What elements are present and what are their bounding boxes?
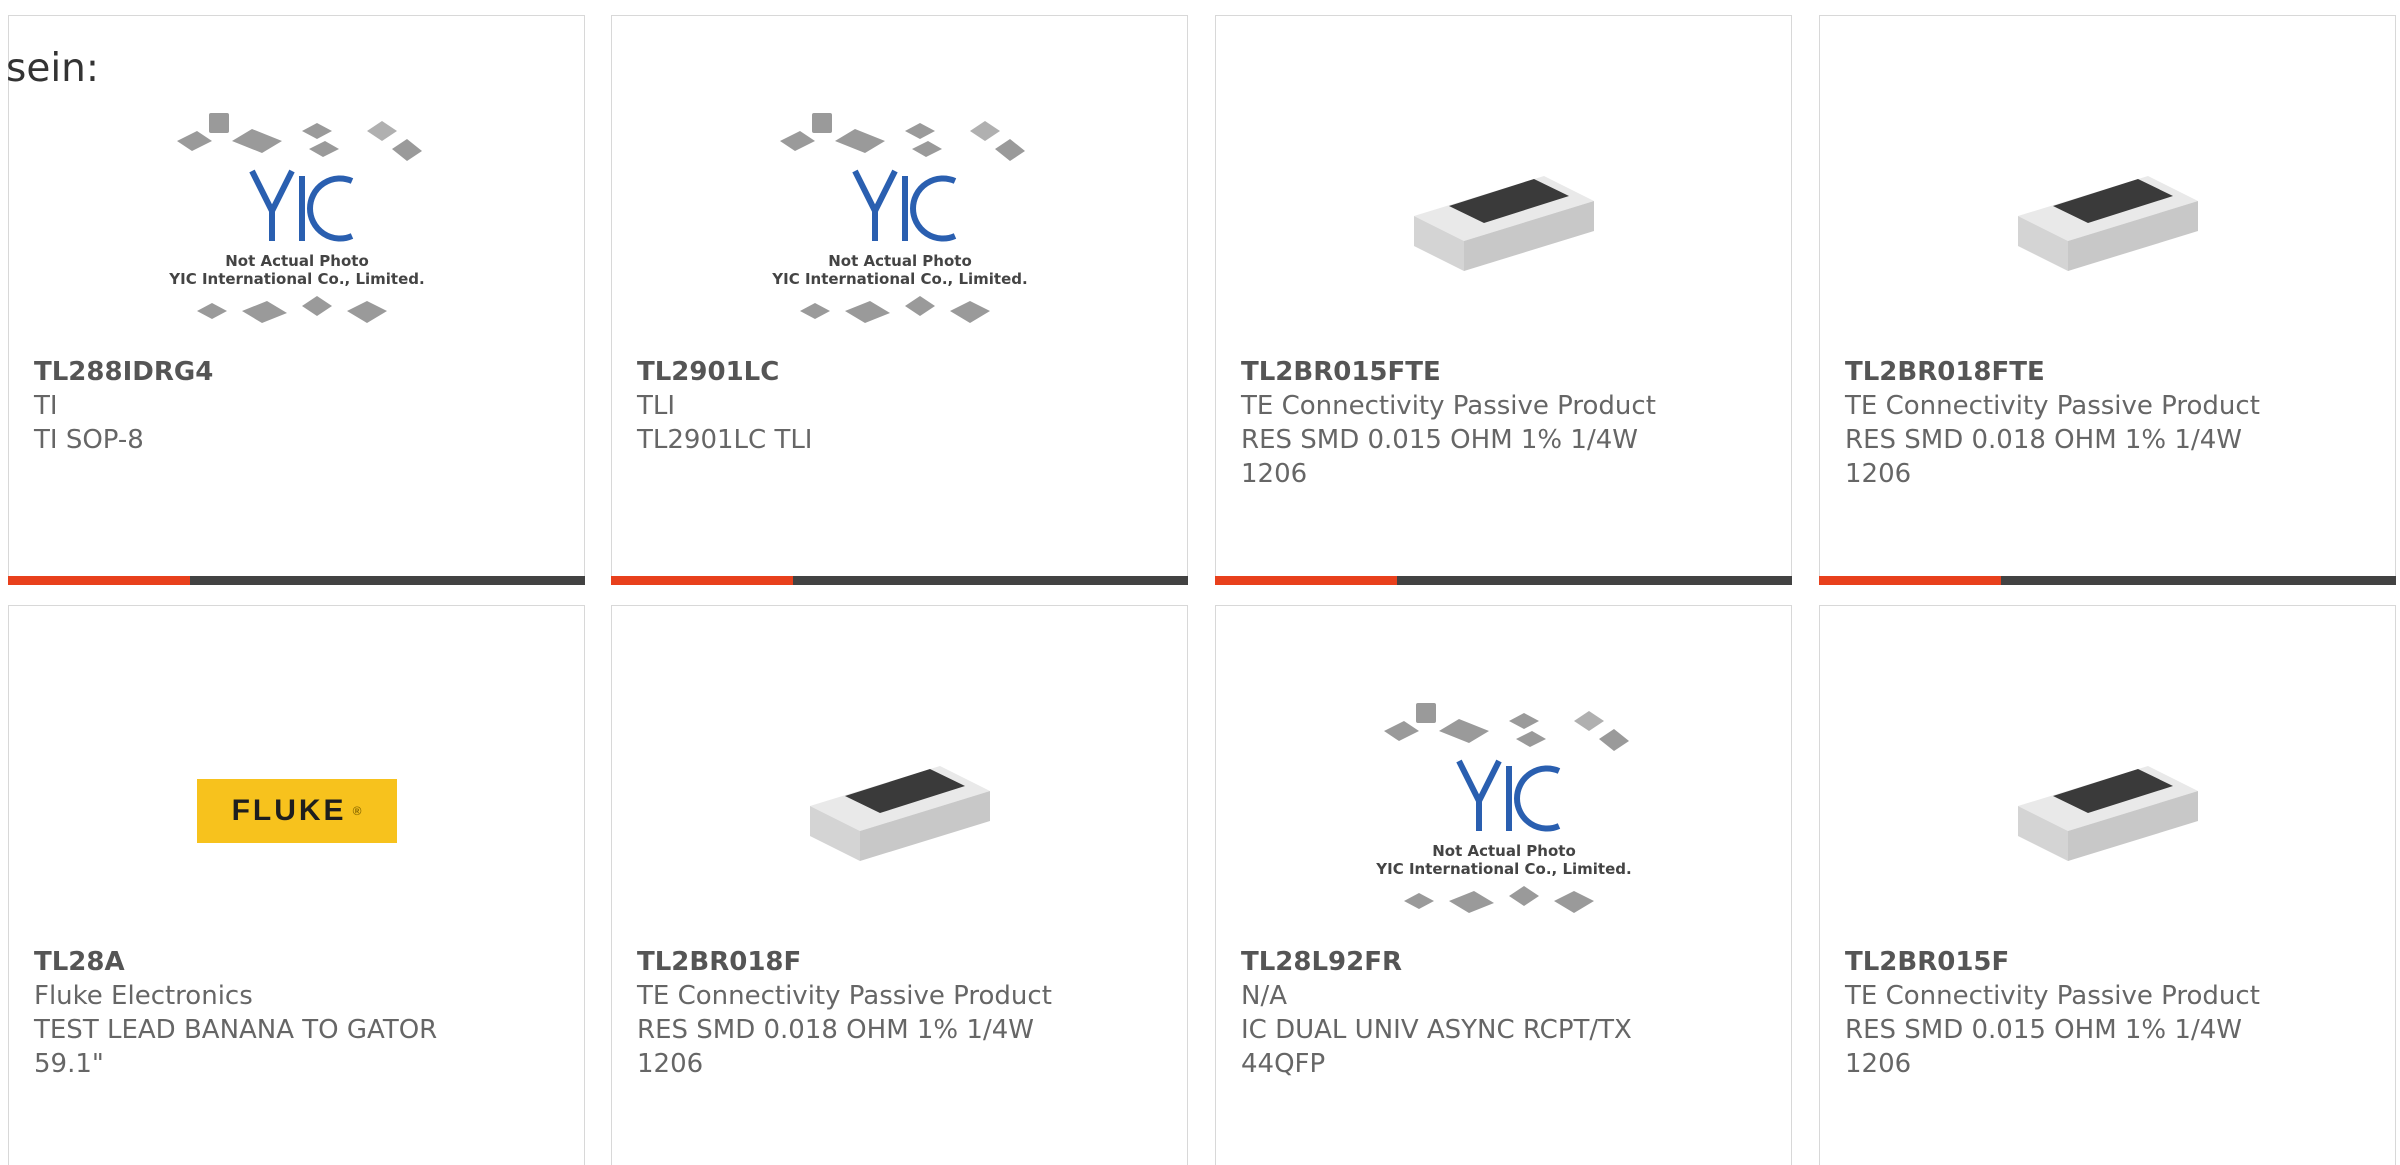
part-number-link[interactable]: TL28A <box>34 945 559 979</box>
placeholder-line-2: YIC International Co., Limited. <box>771 270 1027 288</box>
description: TI SOP-8 <box>34 425 144 455</box>
product-card[interactable]: TL2BR015FTE TE Connectivity Passive Prod… <box>1215 15 1792 585</box>
product-image[interactable] <box>1820 676 2395 946</box>
part-number-link[interactable]: TL2BR015FTE <box>1241 355 1766 389</box>
product-image[interactable] <box>1216 86 1791 356</box>
placeholder-line-1: Not Actual Photo <box>1432 842 1576 860</box>
manufacturer: TE Connectivity Passive Product <box>1845 981 2260 1011</box>
smd-resistor-image <box>2017 176 2198 271</box>
card-accent-bar <box>1819 576 2396 585</box>
manufacturer: TLI <box>637 391 676 421</box>
manufacturer: TE Connectivity Passive Product <box>637 981 1052 1011</box>
description: TL2901LC TLI <box>637 425 813 455</box>
product-info: TL288IDRG4 TI TI SOP-8 <box>34 355 559 457</box>
yic-placeholder-image: Not Actual Photo YIC International Co., … <box>168 113 424 323</box>
yic-placeholder-image: Not Actual Photo YIC International Co., … <box>1375 703 1631 913</box>
placeholder-line-1: Not Actual Photo <box>828 252 972 270</box>
part-number-link[interactable]: TL2BR018F <box>637 945 1162 979</box>
description: RES SMD 0.015 OHM 1% 1/4W 1206 <box>1845 1015 2242 1079</box>
description: RES SMD 0.015 OHM 1% 1/4W 1206 <box>1241 425 1638 489</box>
manufacturer: TE Connectivity Passive Product <box>1845 391 2260 421</box>
card-accent-bar <box>8 576 585 585</box>
part-number-link[interactable]: TL2901LC <box>637 355 1162 389</box>
yic-placeholder-image: Not Actual Photo YIC International Co., … <box>771 113 1027 323</box>
card-accent-bar <box>1215 576 1792 585</box>
product-card[interactable]: TL2BR018F TE Connectivity Passive Produc… <box>611 605 1188 1165</box>
product-card[interactable]: Not Actual Photo YIC International Co., … <box>8 15 585 585</box>
product-image[interactable] <box>612 676 1187 946</box>
product-info: TL2BR015FTE TE Connectivity Passive Prod… <box>1241 355 1766 491</box>
product-image[interactable] <box>1820 86 2395 356</box>
product-image[interactable]: Not Actual Photo YIC International Co., … <box>1216 676 1791 946</box>
product-card[interactable]: Not Actual Photo YIC International Co., … <box>611 15 1188 585</box>
product-info: TL2BR018F TE Connectivity Passive Produc… <box>637 945 1162 1081</box>
product-info: TL28L92FR N/A IC DUAL UNIV ASYNC RCPT/TX… <box>1241 945 1766 1081</box>
product-info: TL2BR015F TE Connectivity Passive Produc… <box>1845 945 2370 1081</box>
manufacturer: N/A <box>1241 981 1287 1011</box>
manufacturer: Fluke Electronics <box>34 981 253 1011</box>
smd-resistor-image <box>1413 176 1594 271</box>
part-number-link[interactable]: TL288IDRG4 <box>34 355 559 389</box>
description: RES SMD 0.018 OHM 1% 1/4W 1206 <box>1845 425 2242 489</box>
placeholder-line-1: Not Actual Photo <box>225 252 369 270</box>
part-number-link[interactable]: TL2BR018FTE <box>1845 355 2370 389</box>
product-info: TL28A Fluke Electronics TEST LEAD BANANA… <box>34 945 559 1081</box>
card-accent-bar <box>611 576 1188 585</box>
product-info: TL2BR018FTE TE Connectivity Passive Prod… <box>1845 355 2370 491</box>
product-image[interactable]: FLUKE ® <box>9 676 584 946</box>
placeholder-line-2: YIC International Co., Limited. <box>168 270 424 288</box>
product-info: TL2901LC TLI TL2901LC TLI <box>637 355 1162 457</box>
description: RES SMD 0.018 OHM 1% 1/4W 1206 <box>637 1015 1034 1079</box>
description: IC DUAL UNIV ASYNC RCPT/TX 44QFP <box>1241 1015 1632 1079</box>
smd-resistor-image <box>809 766 990 861</box>
text-fragment: sein: <box>6 46 100 91</box>
product-card[interactable]: FLUKE ® TL28A Fluke Electronics TEST LEAD… <box>8 605 585 1165</box>
fluke-logo: FLUKE ® <box>196 779 397 843</box>
product-card[interactable]: Not Actual Photo YIC International Co., … <box>1215 605 1792 1165</box>
part-number-link[interactable]: TL2BR015F <box>1845 945 2370 979</box>
description: TEST LEAD BANANA TO GATOR 59.1" <box>34 1015 438 1079</box>
product-card[interactable]: TL2BR018FTE TE Connectivity Passive Prod… <box>1819 15 2396 585</box>
placeholder-line-2: YIC International Co., Limited. <box>1375 860 1631 878</box>
manufacturer: TE Connectivity Passive Product <box>1241 391 1656 421</box>
smd-resistor-image <box>2017 766 2198 861</box>
part-number-link[interactable]: TL28L92FR <box>1241 945 1766 979</box>
product-card[interactable]: TL2BR015F TE Connectivity Passive Produc… <box>1819 605 2396 1165</box>
manufacturer: TI <box>34 391 58 421</box>
product-image[interactable]: Not Actual Photo YIC International Co., … <box>9 86 584 356</box>
product-image[interactable]: Not Actual Photo YIC International Co., … <box>612 86 1187 356</box>
